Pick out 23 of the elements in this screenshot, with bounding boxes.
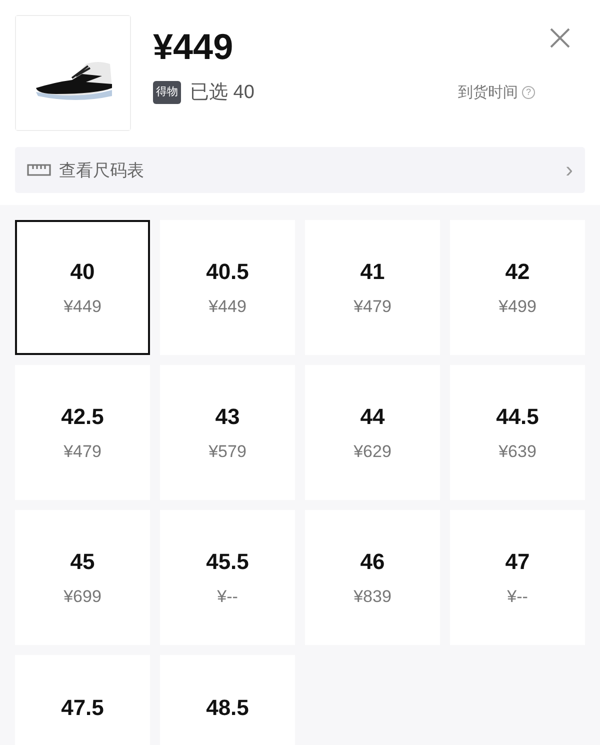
size-option[interactable]: 46 ¥839: [305, 510, 440, 645]
platform-badge: 得物: [153, 80, 181, 104]
product-price: ¥449: [153, 27, 234, 67]
chevron-icon: ›: [566, 157, 573, 183]
size-chart-label: 查看尺码表: [59, 160, 144, 182]
close-icon[interactable]: [549, 27, 571, 49]
size-option[interactable]: 40 ¥449: [15, 220, 150, 355]
size-option[interactable]: 45 ¥699: [15, 510, 150, 645]
size-option[interactable]: 42 ¥499: [450, 220, 585, 355]
size-option[interactable]: 47.5: [15, 655, 150, 745]
size-option[interactable]: 48.5: [160, 655, 295, 745]
size-option[interactable]: 40.5 ¥449: [160, 220, 295, 355]
size-option[interactable]: 41 ¥479: [305, 220, 440, 355]
size-option[interactable]: 44.5 ¥639: [450, 365, 585, 500]
selected-size-label: 已选 40: [190, 81, 254, 105]
size-option[interactable]: 42.5 ¥479: [15, 365, 150, 500]
size-option[interactable]: 43 ¥579: [160, 365, 295, 500]
ruler-icon: [27, 164, 51, 176]
size-option[interactable]: 45.5 ¥--: [160, 510, 295, 645]
size-option[interactable]: 47 ¥--: [450, 510, 585, 645]
size-option[interactable]: 44 ¥629: [305, 365, 440, 500]
arrival-time-label[interactable]: 到货时间: [458, 82, 518, 102]
size-chart-button[interactable]: 查看尺码表 ›: [15, 147, 585, 193]
